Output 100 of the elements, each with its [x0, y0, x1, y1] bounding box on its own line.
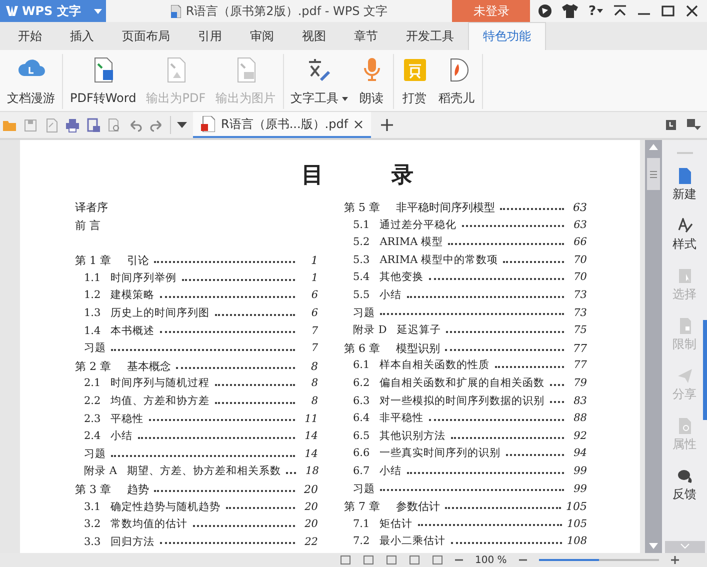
- scrollbar[interactable]: [645, 140, 662, 553]
- caret-icon: [597, 9, 603, 13]
- caret-icon: [342, 96, 348, 100]
- entry-title: 习题: [353, 306, 375, 320]
- entry-title: 其他识别方法: [380, 428, 446, 443]
- export-icon[interactable]: [44, 118, 59, 132]
- entry-title: 习题: [353, 482, 375, 496]
- scrollbar-thumb[interactable]: [647, 158, 660, 190]
- dot-leader: [500, 208, 564, 210]
- entry-title: 小结: [380, 288, 402, 302]
- entry-title: ARIMA 模型: [380, 235, 444, 250]
- dot-leader: [550, 384, 564, 386]
- app-logo-icon: [6, 5, 18, 17]
- ribbon-tab[interactable]: 开始: [4, 22, 56, 50]
- entry-title: 一些真实时间序列的识别: [380, 446, 501, 460]
- ribbon-tab[interactable]: 开发工具: [392, 22, 468, 50]
- page-number: 79: [572, 376, 587, 389]
- app-menu-button[interactable]: WPS 文字: [0, 0, 106, 22]
- entry-number: 5.2: [353, 236, 370, 248]
- entry-title: 习题: [84, 341, 106, 356]
- entry-title: 小结: [110, 429, 133, 444]
- zoom-in-icon[interactable]: [670, 556, 679, 564]
- page-number: 66: [572, 236, 587, 248]
- zoom-level[interactable]: 100 %: [475, 554, 507, 566]
- scroll-up-icon[interactable]: [649, 144, 658, 150]
- scroll-down-icon[interactable]: [649, 543, 658, 549]
- redo-icon[interactable]: [149, 118, 164, 132]
- caret-icon: [94, 8, 102, 14]
- panel-menu-icon[interactable]: [687, 119, 701, 131]
- ribbon-tab[interactable]: 插入: [56, 22, 108, 50]
- pdf-file-icon: [201, 116, 215, 132]
- entry-title: 非平稳时间序列模型: [396, 200, 495, 215]
- ribbon-tab[interactable]: 特色功能: [468, 22, 546, 50]
- page-number: 22: [304, 536, 318, 548]
- page-number: 88: [572, 412, 587, 424]
- entry-number: 7.1: [353, 518, 370, 530]
- entry-number: 2.4: [84, 430, 101, 442]
- page-number: 20: [303, 482, 318, 496]
- page-number: 6: [310, 289, 318, 302]
- ribbon-tab[interactable]: 引用: [184, 22, 236, 50]
- ribbon-button[interactable]: 文字工具: [286, 54, 353, 109]
- entry-title: 历史上的时间序列图: [110, 306, 210, 320]
- ribbon-button[interactable]: 文档漫游: [2, 54, 60, 109]
- side-panel-button[interactable]: 新建: [672, 168, 696, 214]
- document-tab[interactable]: R语言（原书...版）.pdf: [193, 112, 372, 138]
- ribbon-button[interactable]: 稻壳儿: [434, 54, 480, 109]
- help-button[interactable]: ?: [588, 4, 603, 18]
- ribbon-tab[interactable]: 页面布局: [108, 22, 184, 50]
- dot-leader: [550, 401, 564, 404]
- dropdown-caret-icon[interactable]: [177, 122, 187, 128]
- entry-title: 通过差分平稳化: [380, 218, 457, 232]
- ribbon-button[interactable]: 打赏: [396, 54, 434, 109]
- single-page-icon[interactable]: [363, 555, 374, 565]
- entry-number: 3.1: [84, 500, 101, 512]
- ribbon-tab[interactable]: 视图: [288, 22, 340, 50]
- side-panel-button[interactable]: 样式: [672, 218, 696, 264]
- page-number: 1: [310, 272, 318, 284]
- page-number: 20: [304, 518, 318, 530]
- new-document-icon: [676, 168, 692, 184]
- entry-number: 2.1: [84, 377, 101, 390]
- entry-number: 附录 A: [84, 464, 117, 478]
- new-tab-icon[interactable]: [381, 119, 394, 131]
- entry-title: 模型识别: [396, 340, 440, 356]
- print-icon[interactable]: [65, 118, 80, 132]
- shirt-icon[interactable]: [562, 4, 578, 18]
- entry-number: 3.2: [84, 518, 101, 530]
- page-number: 8: [310, 360, 318, 373]
- grip-icon: [650, 170, 657, 178]
- panel-edge-handle[interactable]: [703, 320, 707, 420]
- page-number: 105: [566, 500, 587, 514]
- side-panel-button[interactable]: 反馈: [672, 468, 696, 514]
- page-number: 63: [572, 201, 587, 214]
- entry-title: 非平稳性: [380, 411, 424, 426]
- entry-number: 1.1: [84, 272, 101, 284]
- dot-leader: [503, 260, 564, 263]
- fit-page-icon[interactable]: [340, 555, 351, 565]
- entry-number: 5.4: [353, 271, 370, 284]
- page-number: 77: [572, 359, 587, 372]
- close-icon[interactable]: [685, 5, 699, 17]
- entry-title: 前 言: [75, 218, 100, 233]
- ribbon-button[interactable]: 朗读: [352, 54, 391, 109]
- page-number: 73: [572, 306, 587, 319]
- page-number: 63: [572, 218, 587, 231]
- collapse-ribbon-icon[interactable]: [613, 5, 627, 17]
- ribbon-button[interactable]: PDF转Word: [65, 54, 142, 109]
- undo-icon[interactable]: [128, 118, 143, 132]
- entry-number: 6.1: [353, 359, 370, 372]
- speech-bubbles-icon: [676, 468, 692, 484]
- entry-number: 第 5 章: [344, 200, 380, 215]
- document-heading: 目 录: [300, 161, 414, 190]
- entry-number: 6.2: [353, 376, 370, 389]
- entry-title: ARIMA 模型中的常数项: [380, 252, 498, 267]
- save-icon[interactable]: [23, 118, 38, 132]
- entry-title: 确定性趋势与随机趋势: [110, 500, 221, 514]
- maximize-icon[interactable]: [661, 5, 675, 17]
- entry-title: 习题: [84, 446, 106, 461]
- ribbon-tab[interactable]: 审阅: [236, 22, 288, 50]
- close-icon[interactable]: [354, 120, 364, 128]
- print-preview-icon[interactable]: [86, 118, 101, 132]
- ribbon-tab[interactable]: 章节: [340, 22, 392, 50]
